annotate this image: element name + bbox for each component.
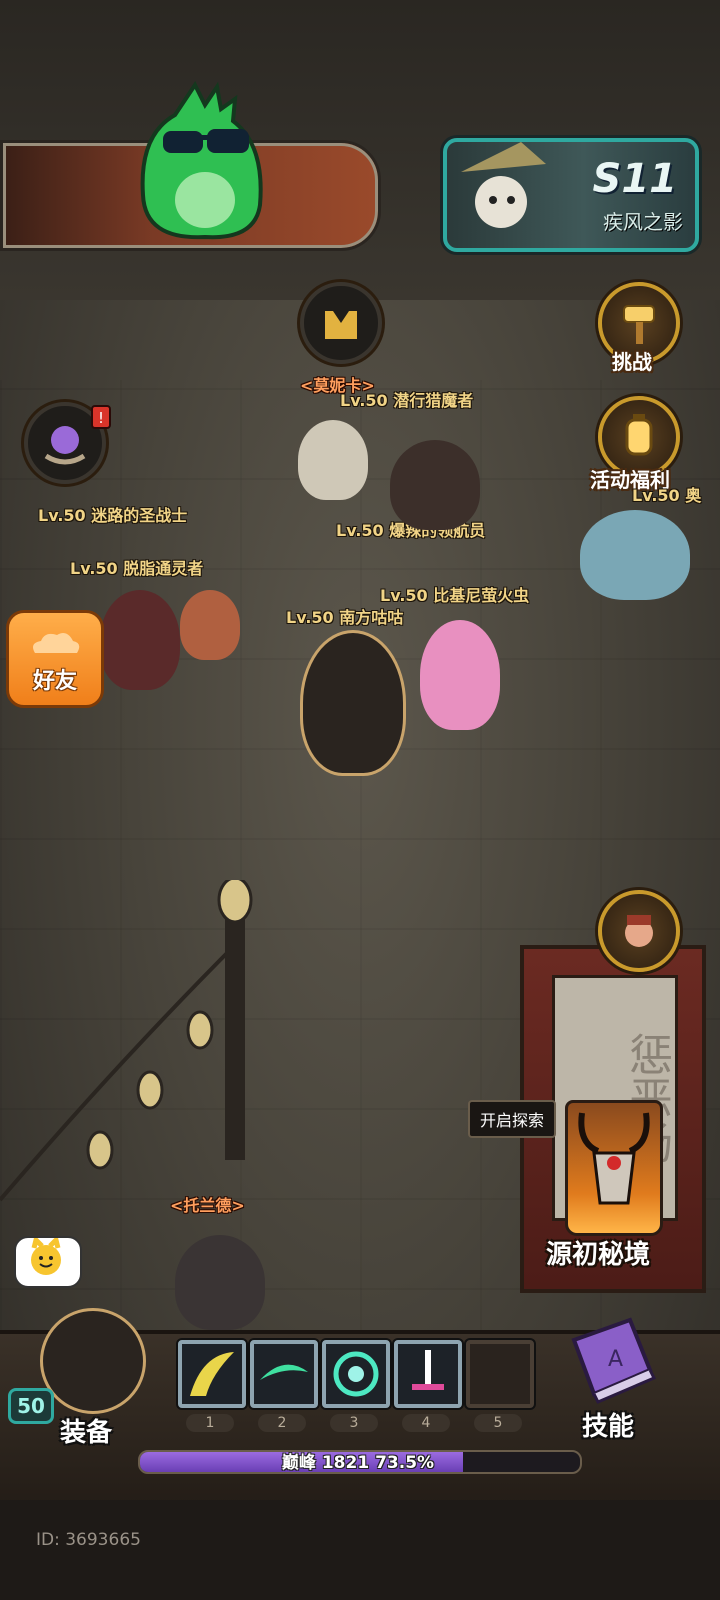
season-card[interactable]: S11 疾风之影 (443, 138, 699, 252)
npc-portrait-button[interactable] (598, 890, 680, 972)
player-character[interactable] (580, 510, 690, 600)
guild-crown-icon (325, 311, 357, 339)
cloud-icon (33, 633, 80, 653)
npc-toland-character[interactable] (175, 1235, 265, 1330)
green-dash-icon (260, 1364, 308, 1380)
hero-portrait (40, 1308, 146, 1414)
guild-emblem-button[interactable] (300, 282, 382, 364)
player-name-tag[interactable]: Lv.50 南方咕咕 (286, 604, 403, 628)
svg-text:A: A (608, 1347, 623, 1372)
npc-tag-toland: <托兰德> (170, 1196, 245, 1215)
progress-percent: 73.5% (375, 1453, 435, 1473)
peak-label: 巅峰 1821 (281, 1453, 370, 1473)
slot-number: 4 (402, 1414, 450, 1432)
player-character[interactable] (390, 440, 480, 530)
challenge-label: 挑战 (612, 350, 652, 374)
friends-button[interactable]: 好友 (6, 610, 104, 708)
notification-badge-icon: ! (91, 405, 111, 429)
season-hero-portrait (461, 142, 546, 228)
explore-tooltip: 开启探索 (468, 1100, 557, 1138)
player-name-tag[interactable]: Lv.50 比基尼萤火虫 (380, 582, 529, 606)
green-dragon-mascot-icon[interactable] (135, 75, 270, 240)
slot-number: 2 (258, 1414, 306, 1432)
spellbook-icon: A (571, 1317, 657, 1404)
skill-slot-4[interactable] (394, 1340, 462, 1408)
chat-button[interactable] (14, 1235, 82, 1288)
pink-sword-icon (412, 1350, 444, 1390)
equipment-label: 装备 (60, 1418, 113, 1448)
player-character[interactable] (420, 620, 500, 730)
peak-progress-text: 巅峰 1821 73.5% (138, 1448, 578, 1473)
lantern-icon (625, 414, 653, 456)
skill-slot-3[interactable] (322, 1340, 390, 1408)
player-character[interactable] (100, 590, 180, 690)
skills-button[interactable]: A (560, 1310, 660, 1410)
hammer-icon (623, 305, 655, 344)
game-scene[interactable]: S11 疾风之影 挑战 活动福利 ! <莫妮卡> Lv.50 潜行猎魔者 Lv.… (0, 0, 720, 1600)
vortex-icon (333, 1351, 379, 1397)
skills-label: 技能 (582, 1412, 635, 1442)
golden-blade-icon (190, 1352, 234, 1396)
magic-orb-icon (44, 426, 86, 465)
player-name-tag[interactable]: Lv.50 奥 (632, 482, 701, 506)
footer (0, 1500, 720, 1600)
friends-label: 好友 (32, 669, 77, 694)
skill-slot-5-empty[interactable] (466, 1340, 534, 1408)
cat-emoji-icon (31, 1235, 61, 1275)
npc-face-icon (625, 915, 653, 947)
slot-number: 3 (330, 1414, 378, 1432)
season-number: S11 (592, 156, 677, 202)
slot-number: 1 (186, 1414, 234, 1432)
horned-skull-icon (578, 1112, 650, 1205)
skill-slot-2[interactable] (250, 1340, 318, 1408)
player-name-tag[interactable]: Lv.50 脱脂通灵者 (70, 555, 203, 579)
player-id: ID: 3693665 (36, 1530, 141, 1550)
player-name-tag[interactable]: Lv.50 潜行猎魔者 (340, 387, 473, 411)
svg-text:!: ! (98, 409, 104, 427)
own-hero-character[interactable] (300, 630, 406, 776)
player-level-badge: 50 (8, 1388, 54, 1424)
origin-dungeon-button[interactable] (565, 1100, 663, 1236)
slot-number: 5 (474, 1414, 522, 1432)
skill-slot-1[interactable] (178, 1340, 246, 1408)
player-character[interactable] (298, 420, 368, 500)
origin-dungeon-label: 源初秘境 (546, 1240, 651, 1270)
pet-reindeer[interactable] (180, 590, 240, 660)
season-name: 疾风之影 (603, 210, 683, 234)
player-name-tag[interactable]: Lv.50 迷路的圣战士 (38, 502, 187, 526)
